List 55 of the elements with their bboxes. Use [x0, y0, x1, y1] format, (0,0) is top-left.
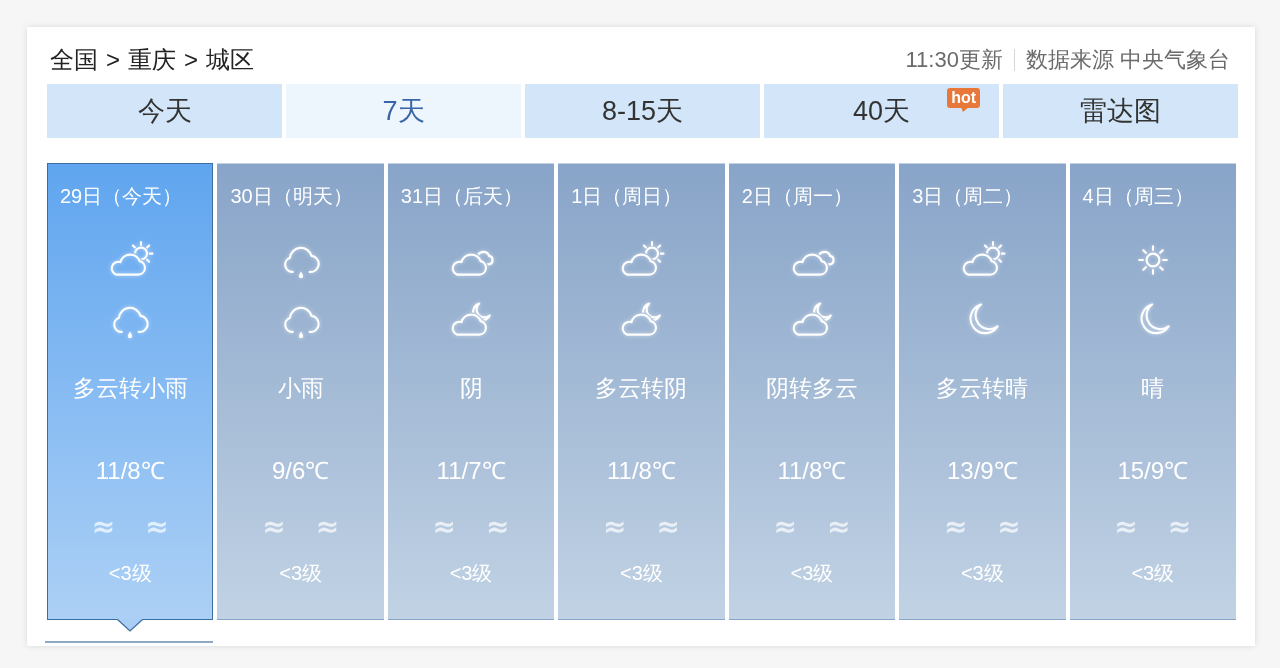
tab[interactable]: 今天: [47, 84, 282, 138]
weather-text: 多云转晴: [936, 374, 1029, 402]
weather-text: 晴: [1141, 374, 1165, 402]
temperature-text: 9/6℃: [271, 456, 330, 486]
wind-direction-symbol: ≈: [145, 512, 169, 542]
selection-pointer-icon: [117, 619, 144, 632]
wind-level-text: <3级: [960, 561, 1004, 586]
wind-level-text: <3级: [108, 561, 152, 586]
temperature-text: 15/9℃: [1117, 456, 1189, 486]
wind-direction-symbol: ≈: [773, 512, 797, 542]
wind-level-text: <3级: [449, 561, 493, 586]
temperature-text: 13/9℃: [947, 456, 1018, 486]
wind-direction-symbol: ≈: [486, 512, 510, 542]
weather-text: 小雨: [277, 374, 324, 402]
wind-direction-symbol: ≈: [1114, 512, 1138, 542]
date-label: 2日（周一）: [740, 184, 853, 208]
date-label: 4日（周三）: [1081, 184, 1194, 208]
weather-text: 阴: [459, 374, 483, 402]
weather-text: 多云转阴: [595, 374, 688, 402]
weather-text: 多云转小雨: [72, 374, 188, 402]
breadcrumb-separator: >: [184, 45, 199, 75]
wind-level-text: <3级: [279, 561, 323, 586]
wind-direction-symbol: ≈: [943, 512, 968, 542]
wind-direction-symbol: ≈: [262, 512, 286, 542]
data-source-text: 数据来源 中央气象台: [1025, 46, 1230, 74]
temperature-text: 11/8℃: [95, 456, 165, 486]
wind-direction-symbol: ≈: [997, 512, 1021, 542]
tab[interactable]: 8-15天: [525, 84, 760, 138]
weather-text: 阴转多云: [765, 374, 858, 402]
temperature-text: 11/8℃: [607, 456, 676, 486]
date-label: 3日（周二）: [911, 184, 1024, 208]
tab[interactable]: 雷达图: [1003, 84, 1238, 138]
wind-level-text: <3级: [1131, 561, 1175, 586]
wind-direction-symbol: ≈: [603, 512, 627, 542]
wind-direction-symbol: ≈: [315, 512, 340, 542]
breadcrumb-link[interactable]: 城区: [206, 45, 255, 75]
wind-direction-symbol: ≈: [826, 512, 851, 542]
date-label: 30日（明天）: [229, 184, 353, 208]
wind-direction-symbol: ≈: [1167, 512, 1192, 542]
tab[interactable]: 7天: [286, 84, 521, 138]
temperature-text: 11/7℃: [436, 456, 506, 486]
wind-direction-symbol: ≈: [432, 512, 457, 542]
wind-direction-symbol: ≈: [91, 512, 116, 542]
breadcrumb-separator: >: [106, 45, 120, 75]
breadcrumb-link[interactable]: 全国: [50, 45, 98, 75]
tab[interactable]: 40天 hot: [764, 84, 999, 138]
update-time-text: 11:30更新: [905, 46, 1003, 74]
wind-level-text: <3级: [790, 561, 834, 586]
temperature-text: 11/8℃: [777, 456, 847, 486]
date-label: 31日（后天）: [399, 184, 524, 208]
breadcrumb-link[interactable]: 重庆: [128, 45, 176, 75]
wind-direction-symbol: ≈: [656, 512, 680, 542]
wind-level-text: <3级: [620, 561, 663, 586]
date-label: 1日（周日）: [570, 184, 683, 208]
date-label: 29日（今天）: [59, 184, 183, 208]
